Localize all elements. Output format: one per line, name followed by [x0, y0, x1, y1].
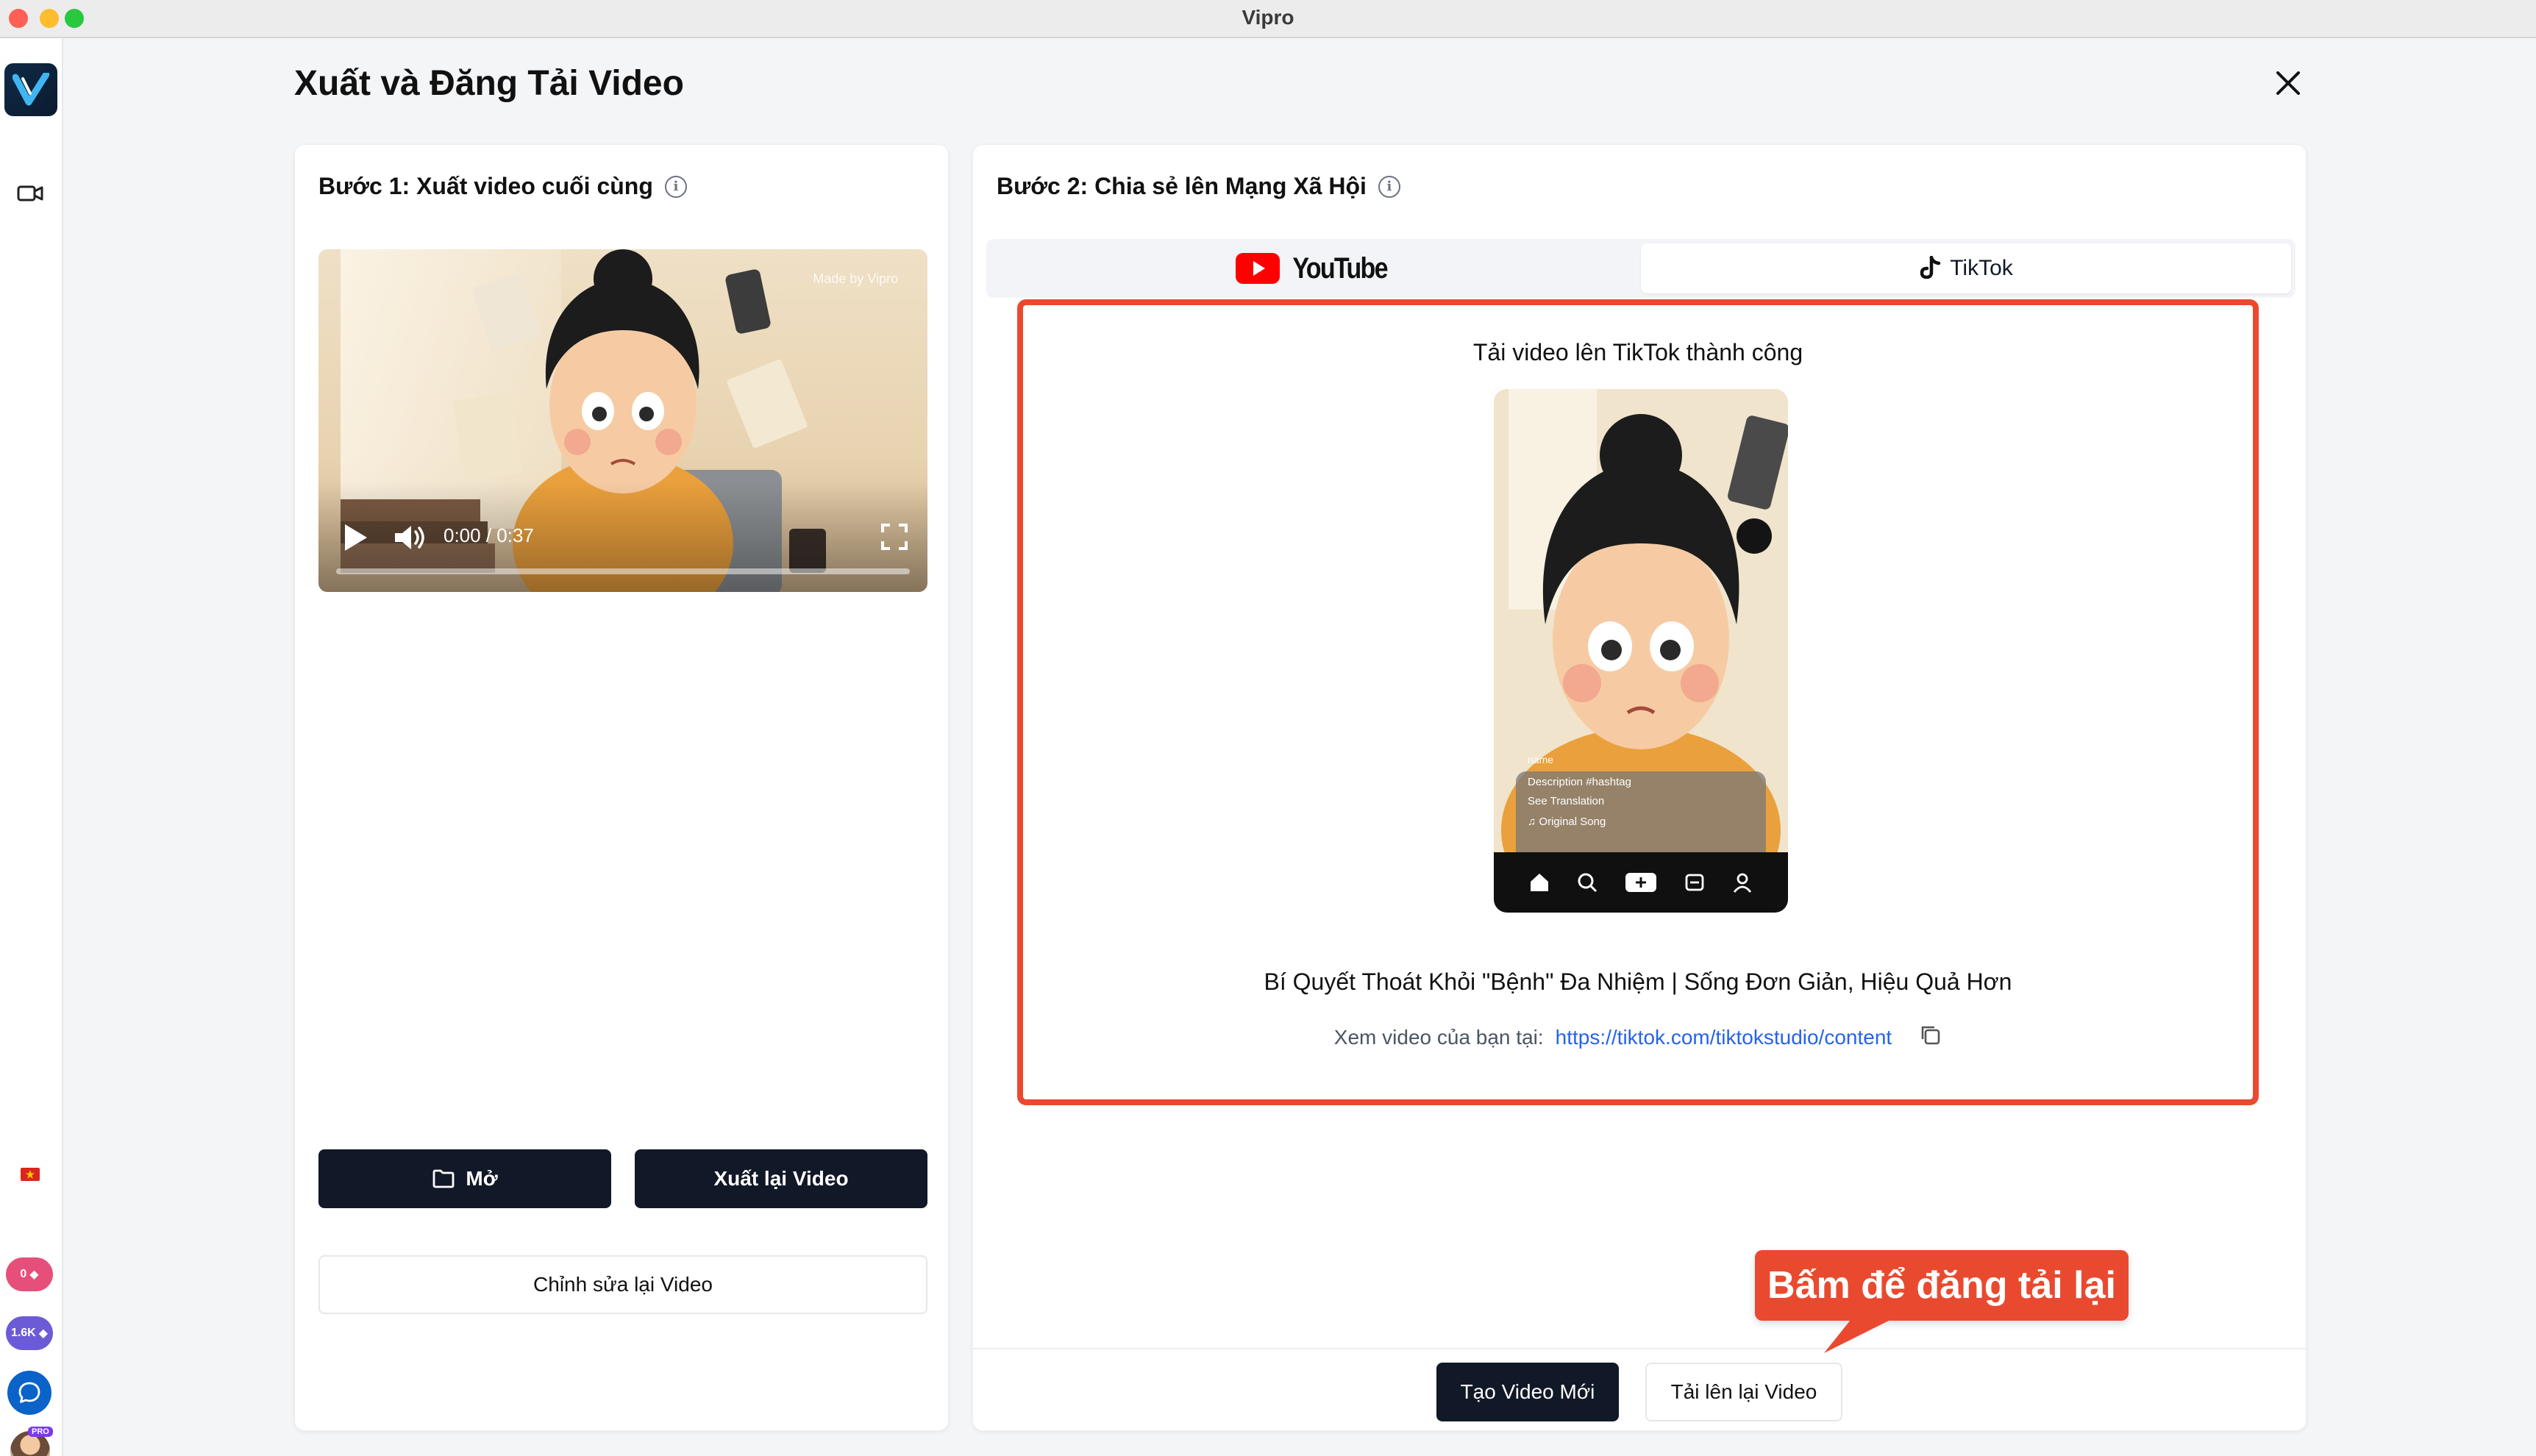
- video-watermark: Made by Vipro: [813, 271, 898, 286]
- diamond-icon: ◆: [38, 1327, 49, 1340]
- reexport-video-label: Xuất lại Video: [713, 1167, 849, 1190]
- volume-icon: [395, 526, 424, 549]
- video-link-row: Xem video của bạn tại: https://tiktok.co…: [1023, 1023, 2253, 1052]
- close-button[interactable]: [2273, 68, 2304, 99]
- credits-pill[interactable]: 0 ◆: [6, 1257, 53, 1291]
- platform-tabs: YouTube TikTok: [986, 239, 2295, 298]
- volume-button[interactable]: [392, 523, 427, 556]
- youtube-play-icon: [1236, 253, 1281, 284]
- tab-youtube[interactable]: YouTube: [991, 243, 1641, 293]
- gems-count: 1.6K: [10, 1327, 36, 1339]
- left-rail: 0 ◆ 1.6K ◆ PRO: [0, 38, 63, 1456]
- tiktok-song: Original Song: [1539, 816, 1606, 828]
- tiktok-see-translation: See Translation: [1528, 795, 1605, 807]
- edit-video-label: Chỉnh sửa lại Video: [533, 1273, 713, 1296]
- tiktok-profile-avatar: [1737, 518, 1772, 554]
- video-link-label: Xem video của bạn tại:: [1333, 1025, 1544, 1049]
- callout-pointer: [1824, 1316, 1898, 1353]
- window-title: Vipro: [1242, 6, 1294, 29]
- home-icon: [1531, 874, 1549, 891]
- folder-icon: [432, 1169, 455, 1188]
- window-titlebar: Vipro: [0, 0, 2536, 38]
- open-folder-label: Mở: [466, 1167, 498, 1190]
- step1-heading-text: Bước 1: Xuất video cuối cùng: [318, 173, 653, 199]
- pro-badge: PRO: [28, 1427, 53, 1437]
- tab-tiktok[interactable]: TikTok: [1641, 243, 2291, 293]
- video-camera-icon[interactable]: [16, 182, 46, 208]
- tab-youtube-label: YouTube: [1292, 251, 1389, 285]
- step2-heading-text: Bước 2: Chia sẻ lên Mạng Xã Hội: [997, 173, 1367, 199]
- vietnam-flag-icon[interactable]: [21, 1168, 40, 1181]
- footer-divider: [973, 1348, 2306, 1349]
- tab-tiktok-label: TikTok: [1950, 256, 2013, 280]
- reexport-video-button[interactable]: Xuất lại Video: [635, 1149, 927, 1208]
- tiktok-username: name: [1528, 754, 1554, 766]
- step2-panel: Bước 2: Chia sẻ lên Mạng Xã Hội i YouTub…: [972, 144, 2307, 1431]
- create-new-video-label: Tạo Video Mới: [1460, 1380, 1595, 1403]
- reupload-video-button[interactable]: Tải lên lại Video: [1645, 1363, 1842, 1421]
- gems-pill[interactable]: 1.6K ◆: [6, 1316, 53, 1350]
- reupload-video-label: Tải lên lại Video: [1670, 1380, 1817, 1403]
- tiktok-bottom-nav: [1494, 852, 1788, 913]
- create-new-video-button[interactable]: Tạo Video Mới: [1436, 1363, 1619, 1421]
- copy-icon[interactable]: [1918, 1023, 1942, 1052]
- tiktok-description: Description #hashtag: [1528, 776, 1631, 788]
- youtube-logo: YouTube: [1236, 252, 1395, 285]
- play-button[interactable]: [339, 521, 371, 557]
- inbox-icon: [1685, 874, 1704, 891]
- edit-video-button[interactable]: Chỉnh sửa lại Video: [318, 1255, 927, 1314]
- play-icon: [345, 524, 367, 551]
- tiktok-song-row: ♫ Original Song: [1528, 816, 1606, 828]
- step1-panel: Bước 1: Xuất video cuối cùng i Made by V…: [294, 144, 949, 1431]
- tiktok-video-link[interactable]: https://tiktok.com/tiktokstudio/content: [1556, 1026, 1892, 1049]
- chat-icon: [18, 1382, 40, 1403]
- app-logo[interactable]: [4, 63, 57, 116]
- step1-heading: Bước 1: Xuất video cuối cùng i: [318, 173, 687, 200]
- page-title: Xuất và Đăng Tải Video: [294, 64, 684, 103]
- tiktok-icon: [1920, 256, 1941, 279]
- info-icon[interactable]: i: [1378, 175, 1400, 198]
- tiktok-preview: name Description #hashtag See Translatio…: [1494, 389, 1788, 913]
- video-player[interactable]: Made by Vipro 0:00 / 0:37: [318, 249, 927, 592]
- chat-button[interactable]: [7, 1371, 51, 1415]
- create-plus-icon: [1625, 873, 1656, 892]
- uploaded-video-title: Bí Quyết Thoát Khỏi "Bệnh" Đa Nhiệm | Số…: [1264, 968, 2012, 995]
- reupload-callout: Bấm để đăng tải lại: [1755, 1250, 2129, 1321]
- video-controls: 0:00 / 0:37: [318, 482, 927, 592]
- upload-success-message: Tải video lên TikTok thành công: [1472, 339, 1803, 365]
- step2-heading: Bước 2: Chia sẻ lên Mạng Xã Hội i: [997, 173, 1400, 200]
- video-time: 0:00 / 0:37: [444, 524, 534, 546]
- profile-icon: [1733, 873, 1751, 893]
- video-progress-bar[interactable]: [336, 568, 910, 574]
- fullscreen-button[interactable]: [880, 523, 908, 554]
- diamond-icon: ◆: [29, 1268, 39, 1281]
- open-folder-button[interactable]: Mở: [318, 1149, 611, 1208]
- fullscreen-icon: [881, 524, 908, 550]
- vipro-logo-icon: [13, 73, 49, 106]
- search-icon: [1578, 873, 1598, 893]
- close-icon: [2276, 71, 2300, 95]
- info-icon[interactable]: i: [664, 175, 687, 198]
- credits-count: 0: [20, 1268, 27, 1280]
- upload-result-box: Tải video lên TikTok thành công name Des…: [1017, 299, 2259, 1105]
- music-note-icon: ♫: [1528, 816, 1539, 828]
